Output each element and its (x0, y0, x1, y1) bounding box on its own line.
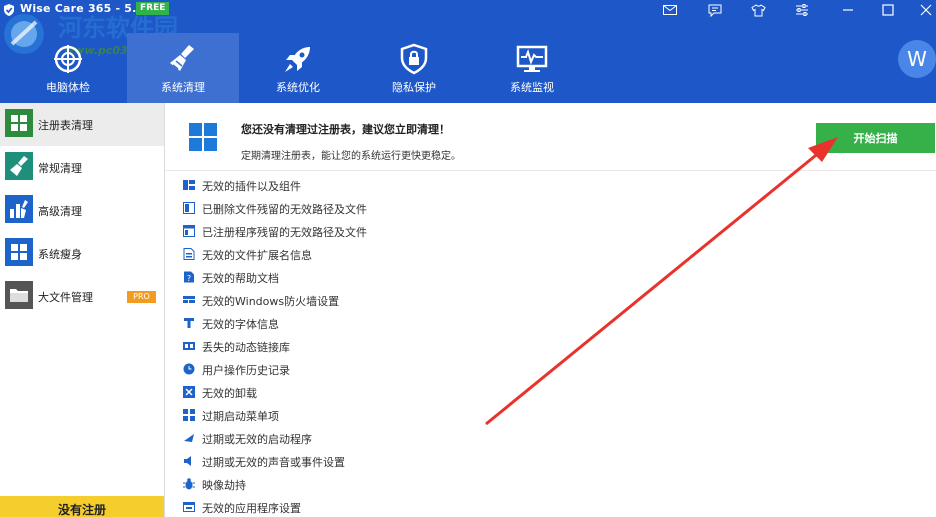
settings-sliders-icon[interactable] (793, 2, 811, 18)
sidebar-item-advanced-clean[interactable]: 高级清理 (0, 189, 164, 232)
tab-system-clean[interactable]: 系统清理 (127, 33, 239, 103)
chart-broom-icon (5, 195, 33, 223)
help-doc-icon: ? (184, 271, 194, 283)
register-button[interactable]: 没有注册 (0, 496, 164, 517)
tab-privacy-protect[interactable]: 隐私保护 (358, 33, 470, 103)
start-menu-icon (183, 409, 195, 421)
banner-subtitle: 定期清理注册表，能让您的系统运行更快更稳定。 (241, 151, 461, 162)
list-item-invalid-uninstall[interactable]: 无效的卸载 (183, 381, 583, 403)
sound-icon (184, 456, 191, 466)
mail-icon[interactable] (661, 2, 679, 18)
app-settings-icon (183, 502, 195, 512)
monitor-pulse-icon (516, 45, 548, 72)
minimize-icon[interactable] (839, 2, 857, 18)
sidebar: 注册表清理 常规清理 高级清理 系统瘦身 大文件管理 PRO 没有注册 (0, 103, 165, 517)
pro-badge: PRO (127, 291, 156, 303)
sidebar-item-large-file-manage[interactable]: 大文件管理 PRO (0, 275, 164, 318)
header: Wise Care 365- 5.4.8 FREE (0, 0, 936, 103)
startup-icon (184, 434, 194, 442)
list-item-font-info[interactable]: 无效的字体信息 (183, 312, 583, 334)
folder-icon (5, 281, 33, 309)
app-window: Wise Care 365- 5.4.8 FREE (0, 0, 936, 517)
list-item-missing-dll[interactable]: 丢失的动态链接库 (183, 335, 583, 357)
list-item-image-hijack[interactable]: 映像劫持 (183, 473, 583, 495)
tab-system-monitor[interactable]: 系统监视 (476, 33, 588, 103)
health-check-icon (54, 45, 82, 73)
list-item-start-menu[interactable]: 过期启动菜单项 (183, 404, 583, 426)
list-item-invalid-plugins[interactable]: 无效的插件以及组件 (183, 174, 583, 196)
list-item-file-extensions[interactable]: 无效的文件扩展名信息 (183, 243, 583, 265)
tab-system-optimize[interactable]: 系统优化 (242, 33, 354, 103)
bug-icon (183, 478, 195, 490)
main-panel: 您还没有清理过注册表，建议您立即清理！ 定期清理注册表，能让您的系统运行更快更稳… (165, 103, 936, 517)
list-item-sound-events[interactable]: 过期或无效的声音或事件设置 (183, 450, 583, 472)
file-ext-icon (183, 248, 195, 260)
user-avatar[interactable]: W (898, 40, 936, 78)
sidebar-item-regular-clean[interactable]: 常规清理 (0, 146, 164, 189)
broom-icon (170, 45, 194, 71)
registry-banner: 您还没有清理过注册表，建议您立即清理！ 定期清理注册表，能让您的系统运行更快更稳… (165, 103, 936, 171)
rocket-icon (285, 47, 310, 72)
list-item-registered-app-paths[interactable]: 已注册程序残留的无效路径及文件 (183, 220, 583, 242)
start-scan-button[interactable]: 开始扫描 (816, 123, 935, 153)
list-item-app-settings[interactable]: 无效的应用程序设置 (183, 496, 583, 517)
shield-lock-icon (400, 43, 428, 75)
firewall-icon (183, 296, 195, 303)
close-icon[interactable] (917, 2, 935, 18)
windows-tiles-icon (189, 123, 217, 151)
history-icon (183, 363, 195, 375)
svg-text:?: ? (187, 274, 191, 283)
maximize-icon[interactable] (879, 2, 897, 18)
list-item-user-history[interactable]: 用户操作历史记录 (183, 358, 583, 380)
plugin-icon (183, 180, 195, 190)
list-item-windows-firewall[interactable]: 无效的Windows防火墙设置 (183, 289, 583, 311)
skin-shirt-icon[interactable] (749, 2, 767, 18)
tab-health-check[interactable]: 电脑体检 (12, 33, 124, 103)
app-path-icon (183, 225, 195, 237)
dll-icon (183, 342, 195, 350)
broom-icon (5, 152, 33, 180)
uninstall-icon (183, 386, 195, 398)
list-item-deleted-file-paths[interactable]: 已删除文件残留的无效路径及文件 (183, 197, 583, 219)
sidebar-item-system-slim[interactable]: 系统瘦身 (0, 232, 164, 275)
list-item-startup-programs[interactable]: 过期或无效的启动程序 (183, 427, 583, 449)
registry-grid-icon (5, 109, 33, 137)
windows-icon (5, 238, 33, 266)
banner-title: 您还没有清理过注册表，建议您立即清理！ (241, 123, 450, 136)
list-item-help-docs[interactable]: ? 无效的帮助文档 (183, 266, 583, 288)
font-icon (184, 318, 194, 328)
feedback-icon[interactable] (706, 2, 724, 18)
file-path-icon (183, 202, 195, 214)
sidebar-item-registry-clean[interactable]: 注册表清理 (0, 103, 164, 146)
